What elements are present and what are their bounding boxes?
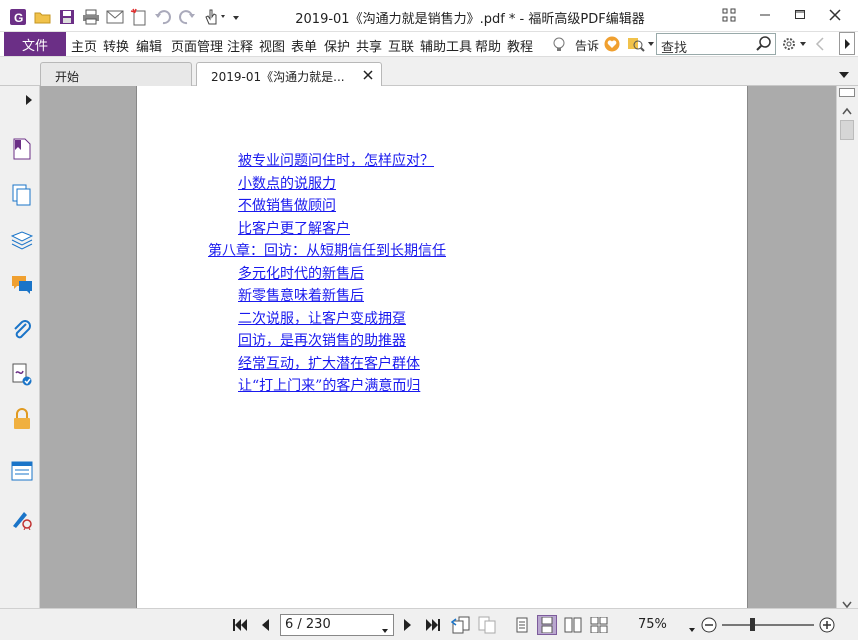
tab-list-dropdown-icon[interactable] [838, 68, 850, 82]
navigation-panel [0, 86, 40, 608]
signature-icon[interactable] [10, 362, 34, 388]
search-icon[interactable] [756, 36, 772, 55]
previous-view-icon[interactable] [450, 615, 472, 635]
previous-page-icon[interactable] [255, 615, 275, 635]
menu-help[interactable]: 帮助 [475, 36, 501, 55]
lightbulb-icon[interactable] [552, 37, 566, 57]
heart-icon[interactable] [604, 36, 620, 56]
ribbon-scroll-left-icon[interactable] [815, 36, 825, 56]
pdf-page[interactable]: 被专业问题问住时，怎样应对？ 小数点的说服力 不做销售做顾问 比客户更了解客户 … [136, 86, 748, 608]
toc-link[interactable]: 新零售意味着新售后 [238, 285, 364, 305]
split-view-handle-icon[interactable] [839, 88, 855, 97]
vertical-scrollbar[interactable] [836, 86, 858, 609]
page-number-field[interactable]: 6 / 230 [280, 614, 394, 636]
toc-link[interactable]: 回访，是再次销售的助推器 [238, 330, 406, 350]
foxit-logo-icon[interactable]: G [8, 7, 28, 27]
tab-start-label: 开始 [55, 70, 80, 84]
menu-comment[interactable]: 注释 [227, 36, 253, 55]
security-icon[interactable] [10, 406, 34, 432]
layers-icon[interactable] [10, 228, 34, 254]
last-page-icon[interactable] [423, 615, 443, 635]
file-menu-button[interactable]: 文件 [4, 32, 66, 56]
toc-chapter-link[interactable]: 第八章：回访：从短期信任到长期信任 [208, 240, 446, 260]
toc-link[interactable]: 经常互动，扩大潜在客户群体 [238, 353, 420, 373]
page-number-value: 6 / 230 [285, 617, 331, 632]
zoom-out-icon[interactable] [700, 616, 718, 637]
search-placeholder: 查找 [661, 41, 688, 56]
menu-bar: 文件 主页 转换 编辑 页面管理 注释 视图 表单 保护 共享 互联 辅助工具 … [0, 32, 858, 57]
toc-link[interactable]: 被专业问题问住时，怎样应对？ [238, 150, 434, 170]
zoom-in-icon[interactable] [818, 616, 836, 637]
print-icon[interactable] [82, 7, 100, 27]
menu-home[interactable]: 主页 [71, 36, 97, 55]
pages-icon[interactable] [10, 182, 34, 208]
ribbon-scroll-right-icon[interactable] [839, 32, 855, 55]
close-window-icon[interactable] [822, 4, 848, 26]
menu-connect[interactable]: 互联 [388, 36, 414, 55]
redo-icon[interactable] [178, 7, 196, 27]
sign-pen-icon[interactable] [10, 506, 34, 532]
menu-view[interactable]: 视图 [259, 36, 285, 55]
window-title: 2019-01《沟通力就是销售力》.pdf * - 福昕高级PDF编辑器 [295, 12, 645, 27]
svg-text:G: G [14, 11, 23, 25]
title-bar: G 2019-01《沟通力就是销售力》.pdf * - 福昕高级PDF编辑器 [0, 0, 858, 32]
next-page-icon[interactable] [398, 615, 418, 635]
find-options-icon[interactable] [627, 36, 655, 56]
toc-link[interactable]: 不做销售做顾问 [238, 195, 336, 215]
new-document-icon[interactable] [130, 7, 148, 27]
menu-edit[interactable]: 编辑 [136, 36, 162, 55]
document-tab-strip: 开始 2019-01《沟通力就是... [0, 58, 858, 87]
toc-link[interactable]: 比客户更了解客户 [238, 218, 350, 238]
zoom-level-value[interactable]: 75% [638, 617, 667, 632]
toc-link[interactable]: 小数点的说服力 [238, 173, 336, 193]
toc-link[interactable]: 多元化时代的新售后 [238, 263, 364, 283]
menu-tutorial[interactable]: 教程 [507, 36, 533, 55]
menu-convert[interactable]: 转换 [103, 36, 129, 55]
scrollbar-thumb[interactable] [840, 120, 854, 140]
settings-gear-icon[interactable] [781, 36, 807, 56]
next-view-icon[interactable] [476, 615, 498, 635]
bookmark-icon[interactable] [10, 136, 34, 162]
continuous-view-icon[interactable] [537, 615, 557, 635]
menu-accessibility[interactable]: 辅助工具 [420, 36, 472, 55]
tab-document[interactable]: 2019-01《沟通力就是... [196, 62, 382, 87]
attachments-icon[interactable] [10, 318, 34, 344]
zoom-slider-track[interactable] [722, 624, 814, 626]
search-input[interactable]: 查找 [656, 33, 776, 56]
single-page-view-icon[interactable] [512, 615, 532, 635]
facing-view-icon[interactable] [563, 615, 583, 635]
zoom-slider-thumb[interactable] [749, 618, 755, 631]
menu-form[interactable]: 表单 [291, 36, 317, 55]
maximize-icon[interactable] [787, 4, 813, 26]
email-icon[interactable] [106, 7, 124, 27]
status-bar: 6 / 230 75% [0, 608, 858, 640]
document-viewport[interactable]: 被专业问题问住时，怎样应对？ 小数点的说服力 不做销售做顾问 比客户更了解客户 … [40, 86, 836, 608]
scroll-up-icon[interactable] [842, 104, 852, 118]
toc-link[interactable]: 二次说服，让客户变成拥趸 [238, 308, 406, 328]
restore-layout-icon[interactable] [716, 4, 742, 26]
customize-quick-access-icon[interactable] [231, 7, 241, 27]
hand-tool-icon[interactable] [203, 7, 229, 27]
tell-me-label[interactable]: 告诉 [575, 37, 599, 54]
comments-icon[interactable] [10, 272, 34, 298]
zoom-dropdown-icon[interactable] [688, 622, 696, 636]
page-dropdown-icon[interactable] [381, 623, 389, 638]
close-tab-icon[interactable] [363, 69, 373, 83]
undo-icon[interactable] [154, 7, 172, 27]
minimize-icon[interactable] [752, 4, 778, 26]
tab-document-label: 2019-01《沟通力就是... [211, 70, 345, 84]
menu-share[interactable]: 共享 [356, 36, 382, 55]
toc-link[interactable]: 让“打上门来”的客户满意而归 [238, 375, 420, 395]
continuous-facing-view-icon[interactable] [589, 615, 609, 635]
menu-protect[interactable]: 保护 [324, 36, 350, 55]
save-icon[interactable] [58, 7, 76, 27]
tab-start[interactable]: 开始 [40, 62, 192, 86]
open-folder-icon[interactable] [34, 7, 52, 27]
menu-page-management[interactable]: 页面管理 [171, 36, 223, 55]
form-icon[interactable] [10, 458, 34, 484]
first-page-icon[interactable] [230, 615, 250, 635]
expand-panel-icon[interactable] [25, 94, 33, 109]
